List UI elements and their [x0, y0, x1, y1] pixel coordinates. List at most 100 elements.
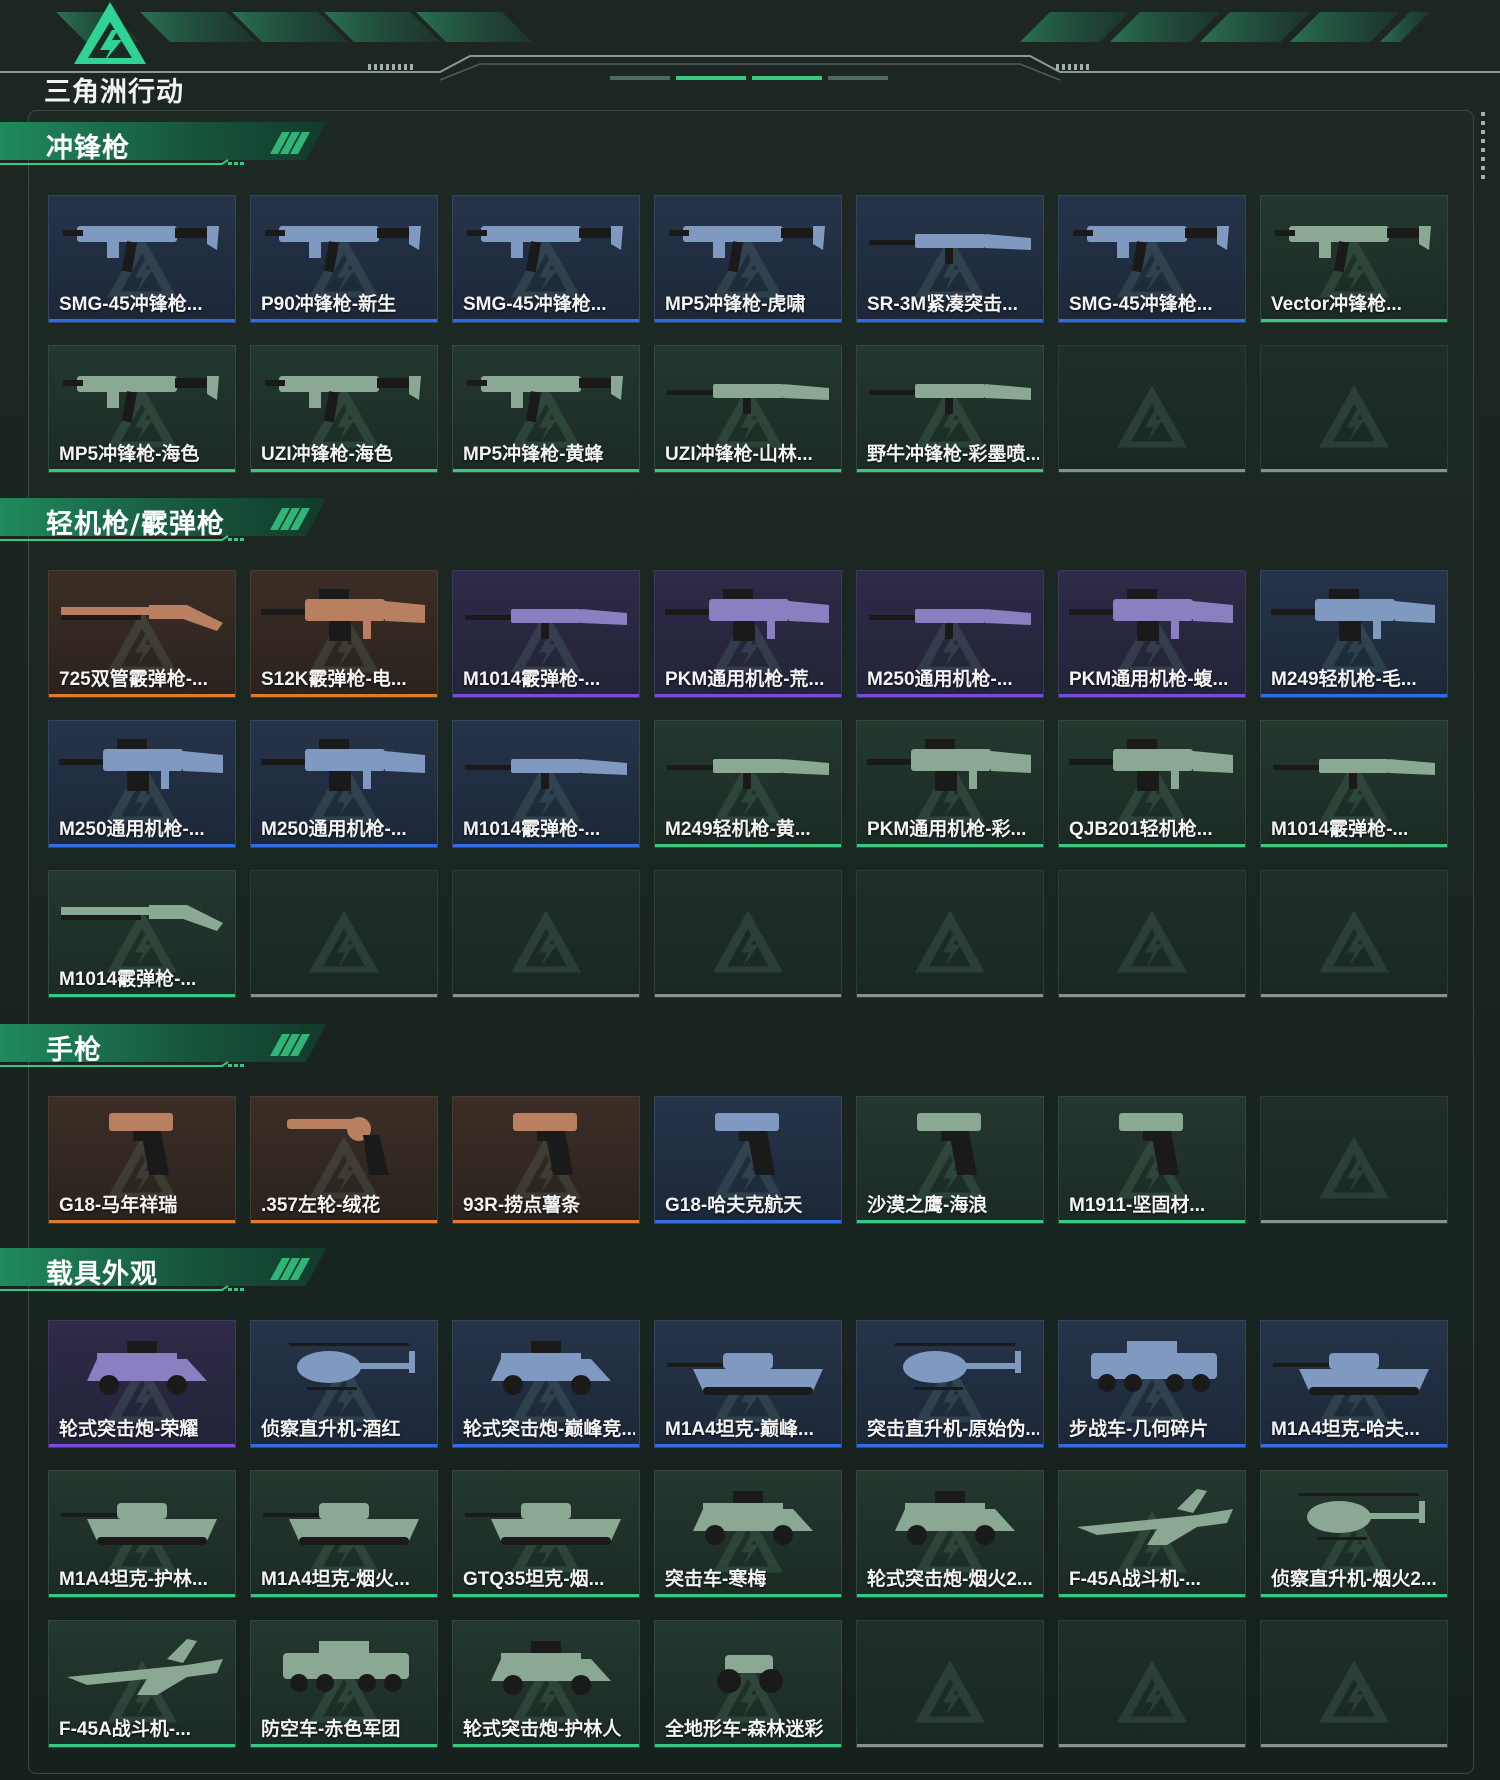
item-name: 沙漠之鹰-海浪	[867, 1195, 988, 1216]
item-card[interactable]: 突击车-寒梅	[654, 1470, 842, 1598]
empty-slot[interactable]	[856, 870, 1044, 998]
empty-slot[interactable]	[1058, 345, 1246, 473]
scrollbar[interactable]	[1481, 112, 1485, 180]
quality-bar	[1059, 1594, 1245, 1597]
delta-watermark-icon	[511, 910, 581, 973]
revolver-icon	[287, 1117, 389, 1175]
item-card[interactable]: G18-哈夫克航天	[654, 1096, 842, 1224]
item-name: M1014霰弹枪-...	[463, 819, 601, 840]
item-card[interactable]: M1A4坦克-巅峰...	[654, 1320, 842, 1448]
item-card[interactable]: 步战车-几何碎片	[1058, 1320, 1246, 1448]
item-card[interactable]: SR-3M紧凑突击...	[856, 195, 1044, 323]
item-card[interactable]: GTQ35坦克-烟...	[452, 1470, 640, 1598]
shotgun-icon	[61, 605, 223, 631]
item-card[interactable]: F-45A战斗机-...	[48, 1620, 236, 1748]
section-header: 轻机枪/霰弹枪	[0, 496, 330, 546]
empty-slot[interactable]	[1260, 345, 1448, 473]
item-card[interactable]: M1014霰弹枪-...	[1260, 720, 1448, 848]
watermark	[915, 910, 985, 978]
item-card[interactable]: 轮式突击炮-巅峰竞...	[452, 1320, 640, 1448]
item-name: F-45A战斗机-...	[59, 1719, 191, 1740]
quality-bar	[1059, 1444, 1245, 1447]
empty-slot[interactable]	[1260, 1620, 1448, 1748]
item-card[interactable]: S12K霰弹枪-电...	[250, 570, 438, 698]
item-card[interactable]: 93R-捞点薯条	[452, 1096, 640, 1224]
item-card[interactable]: 侦察直升机-烟火2...	[1260, 1470, 1448, 1598]
quality-bar	[857, 844, 1043, 847]
item-card[interactable]: M250通用机枪-...	[856, 570, 1044, 698]
item-name: 突击直升机-原始伪...	[867, 1419, 1039, 1440]
item-card[interactable]: QJB201轻机枪...	[1058, 720, 1246, 848]
item-card[interactable]: 轮式突击炮-烟火2...	[856, 1470, 1044, 1598]
machinegun-icon	[1271, 589, 1435, 641]
empty-slot[interactable]	[1058, 870, 1246, 998]
item-card[interactable]: SMG-45冲锋枪...	[452, 195, 640, 323]
section-header: 冲锋枪	[0, 120, 330, 170]
rifle-icon	[869, 609, 1031, 639]
quality-bar	[453, 1220, 639, 1223]
item-name: SMG-45冲锋枪...	[1069, 294, 1213, 315]
item-card[interactable]: F-45A战斗机-...	[1058, 1470, 1246, 1598]
item-card[interactable]: P90冲锋枪-新生	[250, 195, 438, 323]
item-card[interactable]: G18-马年祥瑞	[48, 1096, 236, 1224]
item-card[interactable]: 侦察直升机-酒红	[250, 1320, 438, 1448]
item-card[interactable]: UZI冲锋枪-海色	[250, 345, 438, 473]
empty-slot[interactable]	[1058, 1620, 1246, 1748]
item-name: F-45A战斗机-...	[1069, 1569, 1201, 1590]
quality-bar	[251, 994, 437, 997]
smg-icon	[63, 376, 219, 423]
quality-bar	[655, 469, 841, 472]
item-card[interactable]: M1A4坦克-哈夫...	[1260, 1320, 1448, 1448]
item-card[interactable]: UZI冲锋枪-山林...	[654, 345, 842, 473]
item-card[interactable]: M1014霰弹枪-...	[452, 570, 640, 698]
item-card[interactable]: 725双管霰弹枪-...	[48, 570, 236, 698]
pistol-icon	[109, 1113, 173, 1175]
empty-slot[interactable]	[452, 870, 640, 998]
empty-slot[interactable]	[654, 870, 842, 998]
item-card[interactable]: .357左轮-绒花	[250, 1096, 438, 1224]
item-card[interactable]: SMG-45冲锋枪...	[1058, 195, 1246, 323]
item-name: MP5冲锋枪-海色	[59, 444, 200, 465]
item-card[interactable]: M1911-坚固材...	[1058, 1096, 1246, 1224]
item-card[interactable]: MP5冲锋枪-虎啸	[654, 195, 842, 323]
item-card[interactable]: M250通用机枪-...	[48, 720, 236, 848]
watermark	[1319, 1660, 1389, 1728]
empty-slot[interactable]	[856, 1620, 1044, 1748]
item-name: M1911-坚固材...	[1069, 1195, 1206, 1216]
smg-icon	[669, 226, 825, 273]
item-card[interactable]: M1014霰弹枪-...	[452, 720, 640, 848]
item-card[interactable]: 沙漠之鹰-海浪	[856, 1096, 1044, 1224]
quality-bar	[1059, 469, 1245, 472]
item-card[interactable]: M249轻机枪-黄...	[654, 720, 842, 848]
item-card[interactable]: SMG-45冲锋枪...	[48, 195, 236, 323]
machinegun-icon	[867, 739, 1031, 791]
item-card[interactable]: 轮式突击炮-护林人	[452, 1620, 640, 1748]
item-card[interactable]: PKM通用机枪-彩...	[856, 720, 1044, 848]
item-card[interactable]: PKM通用机枪-荒...	[654, 570, 842, 698]
item-card[interactable]: 全地形车-森林迷彩	[654, 1620, 842, 1748]
item-card[interactable]: 轮式突击炮-荣耀	[48, 1320, 236, 1448]
item-card[interactable]: M1014霰弹枪-...	[48, 870, 236, 998]
item-card[interactable]: 防空车-赤色军团	[250, 1620, 438, 1748]
empty-slot[interactable]	[1260, 870, 1448, 998]
item-card[interactable]: MP5冲锋枪-海色	[48, 345, 236, 473]
page-header: 三角洲行动	[0, 0, 1500, 108]
quality-bar	[49, 1744, 235, 1747]
item-name: .357左轮-绒花	[261, 1195, 381, 1216]
item-card[interactable]: Vector冲锋枪...	[1260, 195, 1448, 323]
item-card[interactable]: MP5冲锋枪-黄蜂	[452, 345, 640, 473]
item-card[interactable]: 突击直升机-原始伪...	[856, 1320, 1044, 1448]
item-card[interactable]: M249轻机枪-毛...	[1260, 570, 1448, 698]
empty-slot[interactable]	[1260, 1096, 1448, 1224]
empty-slot[interactable]	[250, 870, 438, 998]
armored-car-icon	[693, 1491, 813, 1545]
delta-watermark-icon	[915, 910, 985, 973]
item-card[interactable]: M250通用机枪-...	[250, 720, 438, 848]
item-card[interactable]: M1A4坦克-烟火...	[250, 1470, 438, 1598]
item-card[interactable]: PKM通用机枪-蝮...	[1058, 570, 1246, 698]
item-card[interactable]: 野牛冲锋枪-彩墨喷...	[856, 345, 1044, 473]
item-name: S12K霰弹枪-电...	[261, 669, 407, 690]
item-name: QJB201轻机枪...	[1069, 819, 1213, 840]
quality-bar	[251, 1594, 437, 1597]
item-card[interactable]: M1A4坦克-护林...	[48, 1470, 236, 1598]
